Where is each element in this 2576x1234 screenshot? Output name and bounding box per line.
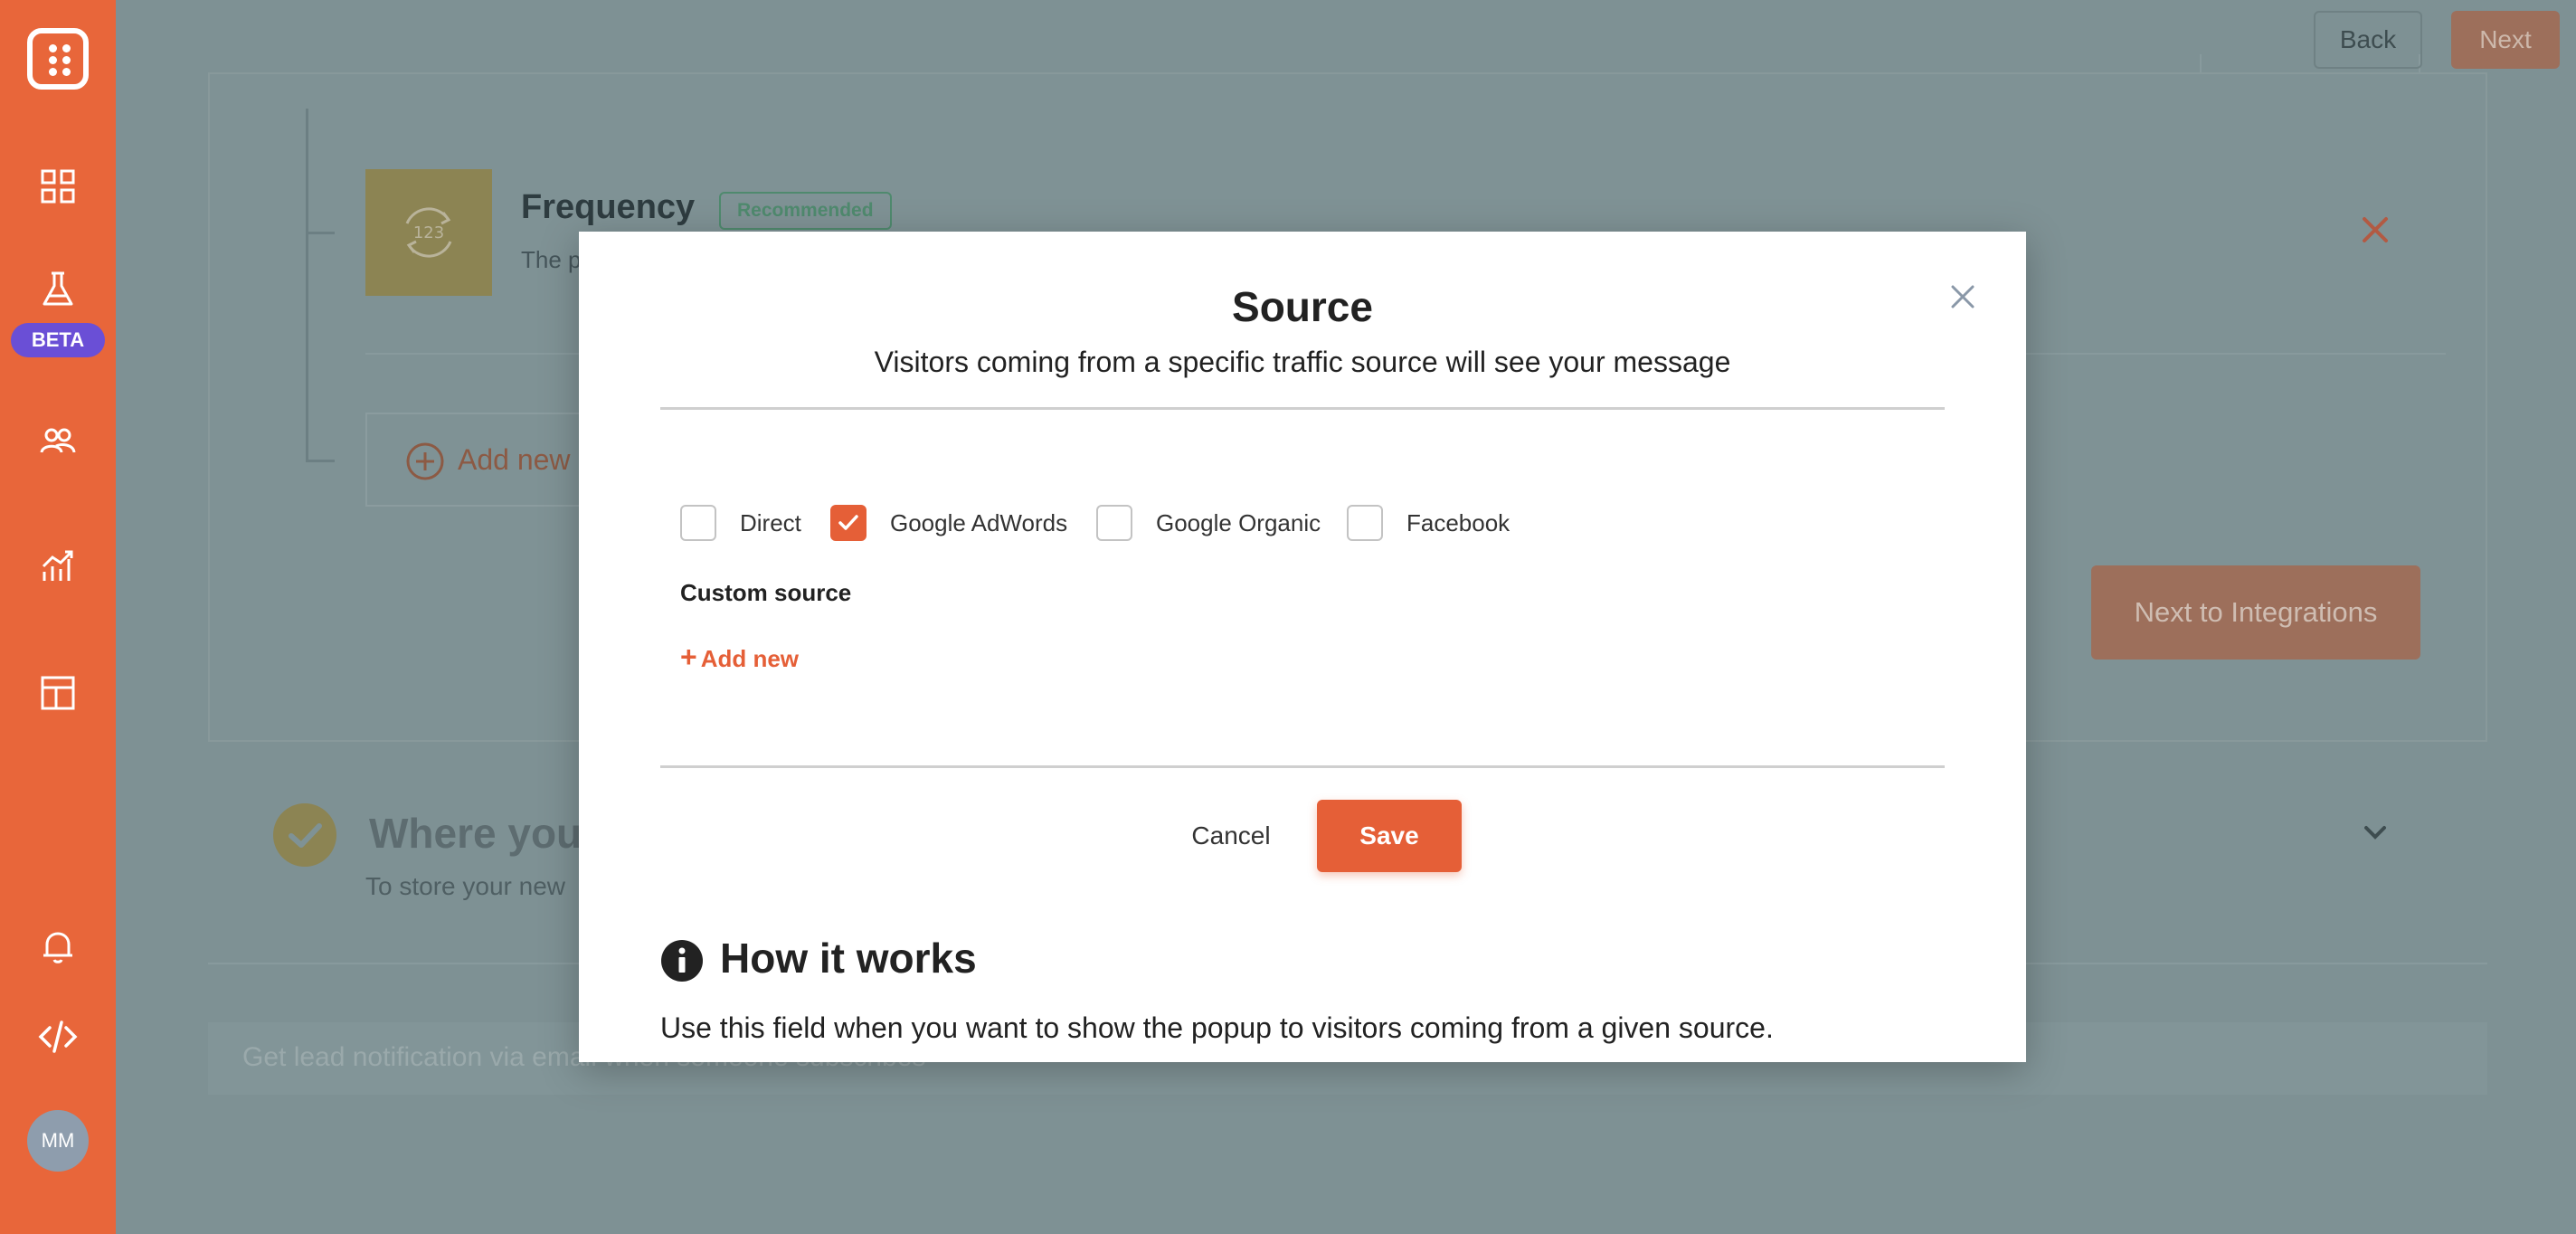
where-section-description: To store your new	[365, 872, 565, 900]
modal-title: Source	[1232, 283, 1373, 330]
custom-source-label: Custom source	[680, 579, 852, 606]
rule-tree-branch	[306, 460, 335, 462]
sidebar: BETA MM	[0, 0, 116, 1234]
analytics-icon[interactable]	[36, 545, 80, 588]
checkbox[interactable]	[1096, 505, 1132, 541]
frequency-icon: 123	[365, 169, 492, 296]
option-label: Direct	[740, 509, 801, 536]
how-it-works-title: How it works	[720, 935, 977, 982]
cancel-button[interactable]: Cancel	[1172, 800, 1290, 872]
next-button[interactable]: Next	[2451, 11, 2560, 69]
recommended-badge: Recommended	[719, 192, 892, 230]
save-button[interactable]: Save	[1317, 800, 1462, 872]
svg-text:123: 123	[413, 223, 444, 242]
rule-tree-branch	[306, 232, 335, 234]
layout-icon[interactable]	[36, 671, 80, 715]
add-new-label: Add new	[700, 645, 800, 672]
divider	[660, 765, 1945, 768]
option-label: Google AdWords	[890, 509, 1068, 536]
modal-subtitle: Visitors coming from a specific traffic …	[874, 346, 1731, 378]
divider	[660, 407, 1945, 410]
next-to-integrations-button[interactable]: Next to Integrations	[2091, 565, 2420, 660]
plus-icon: +	[680, 641, 697, 673]
users-icon[interactable]	[36, 418, 80, 461]
check-circle-icon	[273, 803, 336, 867]
option-label: Google Organic	[1156, 509, 1321, 536]
avatar[interactable]: MM	[27, 1110, 89, 1172]
where-section-title: Where you	[369, 810, 582, 857]
flask-icon[interactable]	[36, 268, 80, 311]
bell-icon[interactable]	[36, 925, 80, 968]
how-it-works-description: Use this field when you want to show the…	[660, 1011, 1774, 1044]
frequency-title: Frequency	[521, 188, 696, 226]
chevron-down-icon[interactable]	[2357, 814, 2393, 850]
source-modal: Source Visitors coming from a specific t…	[579, 232, 2026, 1062]
option-label: Facebook	[1406, 509, 1511, 536]
add-new-rule-label: Add new	[458, 443, 571, 476]
add-new-rule-button[interactable]: Add new	[365, 413, 582, 507]
back-button[interactable]: Back	[2314, 11, 2422, 69]
remove-rule-icon[interactable]	[2355, 210, 2395, 250]
dashboard-icon[interactable]	[36, 165, 80, 208]
checkbox-checked[interactable]	[830, 505, 867, 541]
logo-icon[interactable]	[27, 28, 89, 90]
code-icon[interactable]	[36, 1015, 80, 1058]
rule-tree-line	[306, 109, 308, 461]
check-icon	[838, 515, 858, 530]
beta-badge: BETA	[11, 323, 105, 357]
info-icon	[660, 939, 704, 982]
checkbox[interactable]	[1347, 505, 1383, 541]
frequency-description: The p	[521, 246, 582, 273]
checkbox[interactable]	[680, 505, 716, 541]
add-new-source-link[interactable]: + Add new	[680, 641, 799, 674]
